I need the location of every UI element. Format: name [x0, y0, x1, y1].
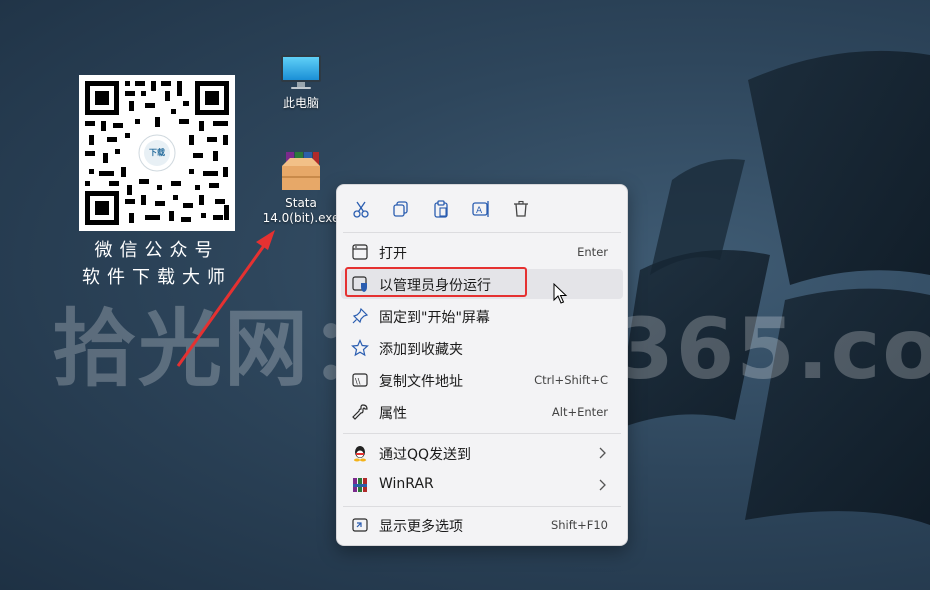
qr-caption-line1: 微信公众号 — [94, 240, 220, 261]
qr-logo-text: 下载 — [149, 148, 165, 157]
delete-button[interactable] — [509, 197, 533, 221]
desktop-icon-stata-exe[interactable]: Stata 14.0(bit).exe — [255, 150, 347, 226]
menu-item-copy-path-shortcut: Ctrl+Shift+C — [534, 373, 608, 387]
menu-item-open-label: 打开 — [379, 246, 407, 262]
chevron-right-icon — [599, 479, 606, 491]
more-options-icon — [352, 518, 368, 532]
svg-text:A: A — [476, 206, 483, 216]
menu-divider — [343, 232, 621, 233]
wrench-icon — [352, 404, 368, 420]
paste-button[interactable] — [429, 197, 453, 221]
rename-button[interactable]: A — [469, 197, 493, 221]
menu-item-show-more-options-shortcut: Shift+F10 — [550, 518, 608, 532]
menu-item-add-to-favorites-label: 添加到收藏夹 — [379, 342, 463, 358]
menu-item-show-more-options[interactable]: 显示更多选项 Shift+F10 — [341, 510, 623, 540]
menu-item-open[interactable]: 打开 Enter — [341, 237, 623, 267]
clipboard-icon — [434, 200, 448, 218]
quick-action-bar: A — [337, 185, 627, 231]
svg-text:\\: \\ — [355, 377, 361, 386]
copy-button[interactable] — [389, 197, 413, 221]
menu-item-properties-shortcut: Alt+Enter — [551, 405, 608, 419]
winrar-archive-icon — [282, 152, 320, 190]
menu-divider — [343, 506, 621, 507]
qq-icon — [354, 446, 366, 462]
menu-item-send-via-qq[interactable]: 通过QQ发送到 — [341, 438, 623, 468]
star-icon — [351, 339, 369, 357]
menu-item-winrar[interactable]: WinRAR — [341, 470, 623, 500]
context-menu: A 打开 Enter 以管理员身份运行 固定到"开始"屏幕 添加到收藏夹 \\ … — [336, 184, 628, 546]
menu-item-pin-to-start[interactable]: 固定到"开始"屏幕 — [341, 301, 623, 331]
scissors-icon — [353, 201, 369, 218]
stata-label-line2: 14.0(bit).exe — [262, 211, 340, 225]
menu-item-copy-path[interactable]: \\ 复制文件地址 Ctrl+Shift+C — [341, 365, 623, 395]
menu-item-winrar-label: WinRAR — [379, 476, 434, 492]
menu-item-add-to-favorites[interactable]: 添加到收藏夹 — [341, 333, 623, 363]
menu-item-properties[interactable]: 属性 Alt+Enter — [341, 397, 623, 427]
chevron-right-icon — [599, 447, 606, 459]
menu-item-properties-label: 属性 — [379, 406, 407, 422]
annotation-highlight-box — [345, 267, 527, 297]
path-icon: \\ — [352, 373, 368, 387]
copy-icon — [393, 201, 408, 217]
menu-divider — [343, 433, 621, 434]
qr-code: 下载 — [79, 75, 235, 231]
rename-icon: A — [472, 201, 489, 217]
cut-button[interactable] — [349, 197, 373, 221]
stata-label-line1: Stata — [285, 196, 317, 210]
menu-item-send-via-qq-label: 通过QQ发送到 — [379, 447, 472, 463]
open-icon — [352, 244, 368, 260]
menu-item-copy-path-label: 复制文件地址 — [379, 374, 463, 390]
menu-item-pin-to-start-label: 固定到"开始"屏幕 — [379, 310, 490, 326]
monitor-icon — [281, 55, 321, 89]
this-pc-label: 此电脑 — [282, 96, 319, 110]
trash-icon — [514, 200, 528, 217]
winrar-icon — [353, 478, 367, 492]
desktop-icon-this-pc[interactable]: 此电脑 — [268, 52, 334, 111]
menu-item-show-more-options-label: 显示更多选项 — [379, 519, 463, 535]
menu-item-open-shortcut: Enter — [577, 245, 608, 259]
mouse-cursor-icon — [553, 283, 568, 304]
pin-icon — [352, 307, 369, 324]
